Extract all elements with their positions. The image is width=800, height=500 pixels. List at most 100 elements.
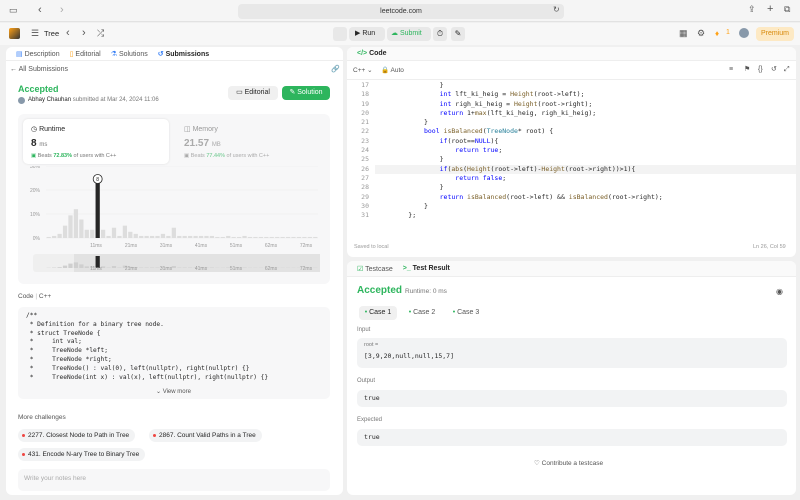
history-icon: ↺ (157, 50, 164, 58)
chart-bar (209, 235, 215, 238)
code-lang: C++ (38, 293, 52, 300)
runtime-card[interactable]: ◷ Runtime 8 ms ▣ Beats 72.83% of users w… (23, 119, 169, 164)
submission-status: Accepted (18, 84, 59, 94)
case-tab-2[interactable]: • Case 2 (403, 306, 441, 320)
chart-bar (133, 233, 138, 238)
back-icon[interactable]: ‹ (38, 5, 42, 16)
share-icon[interactable]: ⇪ (748, 5, 756, 14)
memory-card[interactable]: ◫ Memory 21.57 MB ▣ Beats 77.44% of user… (178, 119, 324, 164)
code-editor-content[interactable]: } int lft_ki_heig = Height(root->left); … (377, 81, 662, 220)
tab-test-result[interactable]: >_ Test Result (403, 265, 450, 272)
streak-fire-icon[interactable]: ♦ (715, 29, 719, 38)
submitter-name[interactable]: Abhay Chauhan (28, 97, 71, 103)
chart-bar (101, 229, 106, 238)
braces-icon[interactable]: {} (758, 66, 763, 73)
chart-bar (144, 235, 149, 238)
address-bar[interactable]: leetcode.com (238, 4, 564, 19)
line-number: 30 (361, 201, 369, 210)
notes-icon[interactable]: ✎ (451, 27, 465, 41)
result-status: Accepted (357, 285, 403, 296)
chart-bar (285, 236, 291, 238)
problem-list-icon[interactable]: ☰ (31, 29, 39, 38)
code-preview-line: * TreeNode *left; (26, 347, 108, 355)
chart-bar (242, 235, 247, 238)
minimap-bar (73, 262, 79, 268)
premium-button[interactable]: Premium (756, 27, 794, 41)
chart-bar (84, 229, 89, 238)
chart-bar (264, 236, 269, 238)
contribute-testcase-link[interactable]: ♡ Contribute a testcase (534, 459, 603, 467)
next-problem-icon[interactable]: › (82, 28, 86, 39)
tab-testcase[interactable]: ☑ Testcase (357, 265, 393, 273)
runtime-unit: ms (39, 142, 48, 148)
reload-icon[interactable]: ↻ (553, 6, 560, 14)
tab-submissions[interactable]: ↺ Submissions (158, 50, 209, 58)
y-tick-label: 20% (30, 188, 41, 194)
view-more-label: View more (162, 389, 191, 395)
challenge-chip[interactable]: 2277. Closest Node to Path in Tree (18, 429, 136, 442)
cursor-position: Ln 26, Col 59 (753, 244, 786, 250)
forward-icon[interactable]: › (60, 5, 64, 16)
settings-gear-icon[interactable]: ⚙ (697, 29, 705, 38)
debug-button[interactable] (333, 27, 347, 41)
tab-test-result-label: Test Result (412, 265, 450, 272)
editorial-button[interactable]: ▭ Editorial (228, 86, 278, 100)
tab-overview-icon[interactable]: ⧉ (784, 5, 790, 14)
leetcode-logo[interactable] (9, 28, 20, 39)
prev-problem-icon[interactable]: ‹ (66, 28, 70, 39)
line-number: 27 (361, 173, 369, 182)
memory-label: Memory (192, 126, 218, 133)
language-value: C++ (353, 67, 366, 74)
output-value: true (357, 390, 787, 407)
eye-icon[interactable]: ◉ (776, 288, 783, 296)
case-tab-1[interactable]: • Case 1 (359, 306, 397, 320)
all-submissions-link[interactable]: ← All Submissions (10, 66, 68, 73)
code-editor-panel: </> Code C++ ⌄ 🔒 Auto ≡ ⚑ {} ↺ ⤢ 17 18 19 2… (347, 47, 796, 257)
code-preview-line: * Definition for a binary tree node. (26, 320, 164, 328)
challenge-chip[interactable]: 431. Encode N-ary Tree to Binary Tree (18, 448, 146, 461)
reset-icon[interactable]: ↺ (771, 66, 777, 73)
y-tick-label: 0% (33, 236, 41, 242)
chart-bar (122, 225, 127, 238)
case-tab-3[interactable]: • Case 3 (447, 306, 485, 320)
new-tab-icon[interactable]: + (767, 4, 773, 15)
chart-bar (177, 235, 182, 238)
tab-description[interactable]: ▤ Description (16, 50, 60, 58)
avatar[interactable] (739, 28, 749, 38)
shuffle-icon[interactable]: ⤮ (97, 29, 104, 38)
tab-editorial[interactable]: ▯ Editorial (70, 50, 101, 58)
notes-input[interactable]: Write your notes here (18, 469, 330, 491)
tab-testcase-label: Testcase (365, 265, 393, 273)
tab-solutions[interactable]: ⚗ Solutions (111, 50, 148, 58)
chart-bar (220, 236, 225, 238)
link-icon[interactable]: 🔗 (331, 66, 340, 73)
runtime-value-wrap: 8 ms (31, 138, 47, 149)
memory-unit: MB (211, 142, 221, 148)
timer-icon[interactable]: ⏱ (433, 27, 447, 41)
x-tick-label: 72ms (300, 243, 313, 249)
problem-list-title[interactable]: Tree (44, 29, 59, 38)
tab-code[interactable]: </> Code (357, 50, 387, 57)
x-tick-label: 51ms (230, 243, 243, 249)
language-select[interactable]: C++ ⌄ (353, 66, 373, 74)
submit-button[interactable]: ☁ Submit (387, 27, 431, 41)
chart-bar (57, 233, 62, 238)
challenge-chip[interactable]: 2867. Count Valid Paths in a Tree (149, 429, 262, 442)
bookmark-icon[interactable]: ⚑ (744, 66, 750, 73)
chart-bar (302, 236, 307, 238)
fullscreen-icon[interactable]: ⤢ (784, 66, 790, 73)
solution-button[interactable]: ✎ Solution (282, 86, 330, 100)
line-numbers: 17 18 19 20 21 22 23 24 25 26 27 28 29 30 31 (355, 81, 369, 220)
sidebar-toggle-icon[interactable]: ▭ (9, 6, 18, 15)
auto-mode-toggle[interactable]: 🔒 Auto (381, 66, 404, 74)
line-number: 28 (361, 183, 369, 192)
run-button[interactable]: ▶ Run (349, 27, 385, 41)
layout-icon[interactable]: ▦ (679, 29, 688, 38)
chart-bar (247, 236, 253, 238)
chart-bar (90, 229, 95, 238)
runtime-distribution-chart[interactable]: 30% 20% 10% 0% 8 11ms 21ms 31ms 41ms 51ms 62ms 72ms… (18, 166, 330, 284)
more-challenges-title: More challenges (18, 414, 66, 421)
view-more-button[interactable]: ⌄ View more (156, 388, 191, 395)
format-icon[interactable]: ≡ (729, 66, 733, 73)
chart-bar (160, 233, 166, 238)
